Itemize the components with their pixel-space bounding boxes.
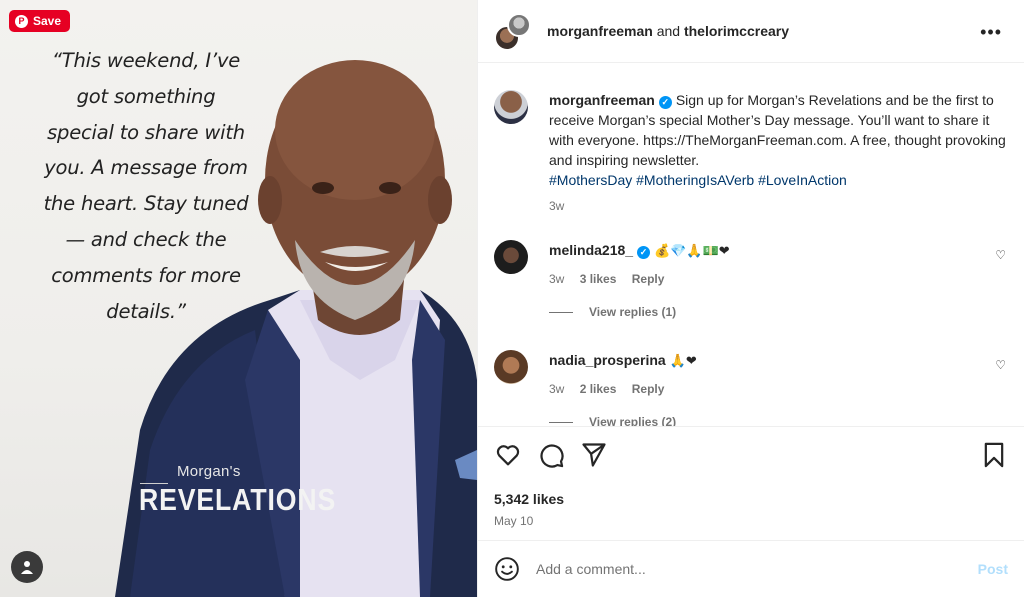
person-icon <box>21 561 33 574</box>
comment-meta: 3w 3 likes Reply <box>549 272 1008 286</box>
comment-row: nadia_prosperina 🙏❤ 3w 2 likes Reply ♡ Vi… <box>494 350 1008 426</box>
brand-subtitle: Morgan's <box>177 463 241 480</box>
caption-hashtags[interactable]: #MothersDay #MotheringIsAVerb #LoveInAct… <box>549 172 847 188</box>
comment-time[interactable]: 3w <box>549 382 564 396</box>
brand-title: REVELATIONS <box>139 482 337 517</box>
emoji-smiley-icon[interactable] <box>494 556 520 582</box>
avatar[interactable] <box>494 90 528 124</box>
action-icons-row <box>494 441 1008 469</box>
reply-button[interactable]: Reply <box>632 382 665 396</box>
bookmark-icon[interactable] <box>980 441 1008 469</box>
caption-meta: 3w <box>549 199 1008 213</box>
view-replies-label: View replies (1) <box>589 305 677 319</box>
view-replies-button[interactable]: View replies (1) <box>549 305 1008 319</box>
author-link-1[interactable]: morganfreeman <box>547 23 653 39</box>
like-comment-heart-icon[interactable]: ♡ <box>995 248 1006 262</box>
view-replies-button[interactable]: View replies (2) <box>549 415 1008 426</box>
post-header: morganfreeman and thelorimccreary ••• <box>478 0 1024 63</box>
caption-time[interactable]: 3w <box>549 199 564 213</box>
caption-username[interactable]: morganfreeman <box>549 92 655 108</box>
reply-button[interactable]: Reply <box>632 272 665 286</box>
caption-row: morganfreeman ✓ Sign up for Morgan’s Revel… <box>494 90 1008 213</box>
more-options-icon[interactable]: ••• <box>980 23 1002 41</box>
like-heart-icon[interactable] <box>494 441 522 469</box>
comments-list[interactable]: morganfreeman ✓ Sign up for Morgan’s Revel… <box>478 64 1024 426</box>
comment-username[interactable]: nadia_prosperina <box>549 352 666 368</box>
comment-username[interactable]: melinda218_ <box>549 242 633 258</box>
post-actions: 5,342 likes May 10 <box>478 426 1024 556</box>
pinterest-save-button[interactable]: P Save <box>9 10 71 32</box>
likes-count[interactable]: 5,342 likes <box>494 491 1008 507</box>
avatar-thelorimccreary <box>507 13 531 37</box>
comment-body: 💰💎🙏💵❤ <box>654 244 730 259</box>
post-image[interactable]: P Save “This weekend, I’ve got something… <box>0 0 477 597</box>
avatar[interactable] <box>494 240 528 274</box>
like-comment-heart-icon[interactable]: ♡ <box>995 358 1006 372</box>
comment-bubble-icon[interactable] <box>537 441 565 469</box>
collab-avatars[interactable] <box>494 13 534 51</box>
post-panel: morganfreeman and thelorimccreary ••• mo… <box>477 0 1024 597</box>
comment-text: melinda218_ ✓ 💰💎🙏💵❤ <box>549 240 1008 262</box>
comment-input[interactable] <box>536 561 978 577</box>
image-quote-text: “This weekend, I’ve got something specia… <box>43 49 249 323</box>
comment-time[interactable]: 3w <box>549 272 564 286</box>
comment-row: melinda218_ ✓ 💰💎🙏💵❤ 3w 3 likes Reply ♡ Vie… <box>494 240 1008 319</box>
view-replies-label: View replies (2) <box>589 415 677 426</box>
save-label: Save <box>33 14 62 28</box>
verified-badge-icon: ✓ <box>637 246 651 259</box>
share-send-icon[interactable] <box>580 441 608 469</box>
post-date[interactable]: May 10 <box>494 514 1008 528</box>
caption-text: morganfreeman ✓ Sign up for Morgan’s Revel… <box>549 90 1008 190</box>
author-link-2[interactable]: thelorimccreary <box>684 23 789 39</box>
post-authors: morganfreeman and thelorimccreary <box>547 23 789 39</box>
avatar[interactable] <box>494 350 528 384</box>
comment-likes[interactable]: 2 likes <box>580 382 617 396</box>
add-comment-bar: Post <box>478 540 1024 597</box>
post-comment-button[interactable]: Post <box>978 561 1008 577</box>
comment-likes[interactable]: 3 likes <box>580 272 617 286</box>
verified-badge-icon: ✓ <box>658 96 672 109</box>
authors-joiner: and <box>656 23 681 39</box>
comment-body: 🙏❤ <box>669 354 697 369</box>
pinterest-icon: P <box>15 14 28 28</box>
user-profile-icon[interactable] <box>11 551 43 583</box>
comment-meta: 3w 2 likes Reply <box>549 382 1008 396</box>
comment-text: nadia_prosperina 🙏❤ <box>549 350 1008 372</box>
